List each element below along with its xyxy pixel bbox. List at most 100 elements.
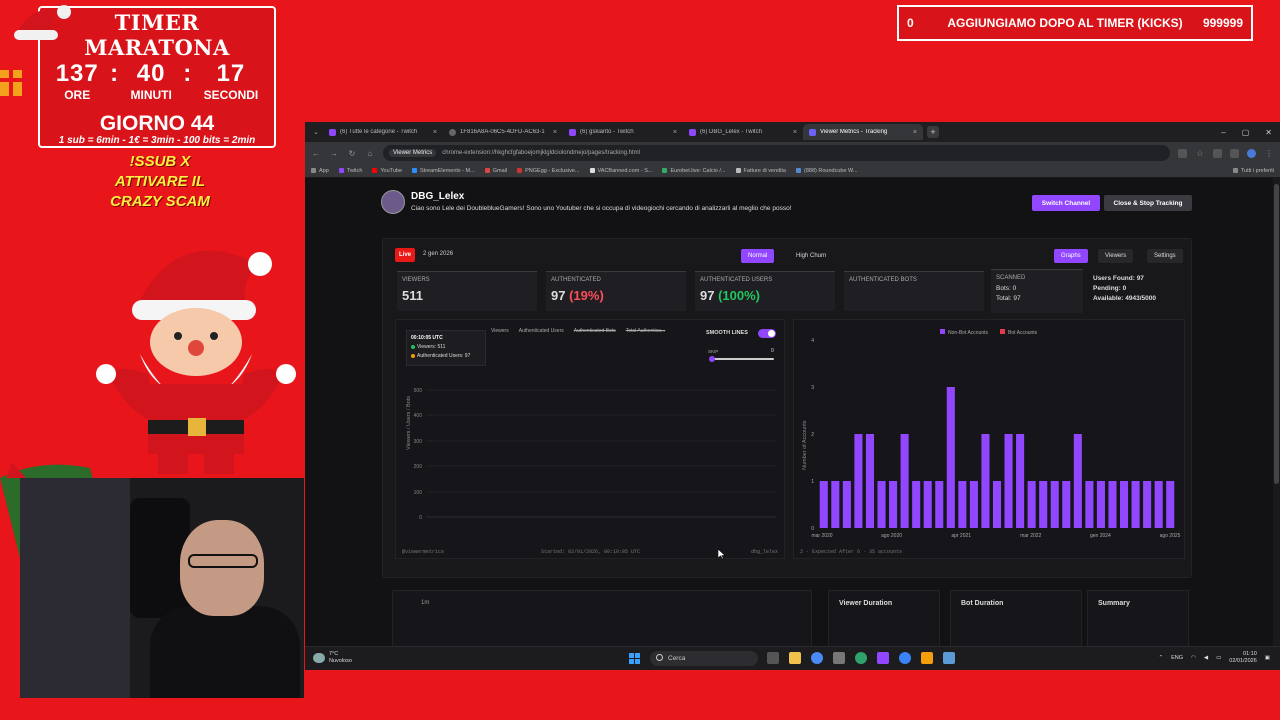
bookmark-item[interactable]: VACBanned.com - S... — [589, 168, 652, 174]
chevron-up-icon[interactable]: ⌃ — [1158, 655, 1163, 661]
wifi-icon[interactable]: ◠ — [1191, 655, 1196, 661]
vlc-icon[interactable] — [921, 652, 933, 664]
browser-window: ⌄ (6) Tutte le categorie - Twitch × 1F81… — [305, 122, 1280, 670]
skip-slider-handle[interactable] — [709, 356, 715, 362]
bookmark-item[interactable]: YouTube — [372, 168, 402, 174]
line-chart-plot: Viewers / Users / Bots 500 400 300 200 1… — [406, 388, 776, 521]
bookmark-item[interactable]: Eurobet.live: Calcio /... — [662, 168, 726, 174]
volume-icon[interactable]: ◀ — [1204, 655, 1208, 661]
ytick: 200 — [414, 464, 423, 470]
bookmark-item[interactable]: App — [311, 168, 329, 174]
tooltip-auth: Authenticated Users: 97 — [411, 352, 481, 361]
reload-icon[interactable]: ↻ — [347, 149, 357, 158]
minimize-icon[interactable]: – — [1221, 128, 1225, 137]
app-icon[interactable] — [833, 652, 845, 664]
tab-twitch-categories[interactable]: (6) Tutte le categorie - Twitch × — [323, 124, 443, 140]
back-icon[interactable]: ← — [311, 149, 321, 158]
edge-icon[interactable] — [855, 652, 867, 664]
close-stop-tracking-button[interactable]: Close & Stop Tracking — [1104, 195, 1192, 211]
streamelements-icon — [412, 168, 418, 173]
new-tab-button[interactable]: + — [927, 126, 939, 138]
extensions-icon[interactable] — [1213, 148, 1222, 158]
bar-chart-xtick: apr 2021 — [951, 533, 971, 539]
window-controls: – ▢ ✕ — [1221, 128, 1280, 137]
close-icon[interactable]: × — [673, 129, 677, 136]
bar — [981, 434, 990, 528]
task-view-icon[interactable] — [767, 652, 779, 664]
bar-chart-ytick: 2 — [811, 432, 814, 438]
line-chart-ylabel: Viewers / Users / Bots — [406, 396, 412, 450]
bookmark-item[interactable]: StreamElements - M... — [412, 168, 475, 174]
tab-gskianto[interactable]: (6) gskianto - Twitch × — [563, 124, 683, 140]
tab-dbg-lelex[interactable]: (6) DBG_Lelex - Twitch × — [683, 124, 803, 140]
legend-viewers[interactable]: Viewers — [491, 328, 509, 334]
bar — [992, 481, 1002, 528]
bar — [1062, 481, 1071, 528]
translate-icon[interactable] — [1178, 148, 1187, 158]
taskbar-search[interactable]: Cerca — [650, 651, 758, 666]
tab-graphs[interactable]: Graphs — [1054, 249, 1088, 263]
skip-slider-track[interactable] — [712, 358, 774, 360]
page-icon — [449, 128, 456, 136]
clock-time: 01:10 — [1243, 651, 1257, 657]
obs-icon[interactable] — [877, 652, 889, 664]
tab-search-icon[interactable]: ⌄ — [309, 128, 323, 136]
windows-start-icon[interactable] — [629, 653, 640, 664]
webcam-person-body — [150, 606, 300, 698]
bar — [1096, 481, 1105, 528]
legend-auth-bots[interactable]: Authenticated Bots — [574, 328, 616, 334]
close-icon[interactable]: × — [793, 129, 797, 136]
browser-toolbar: ← → ↻ ⌂ Viewer Metrics chrome-extension:… — [305, 142, 1280, 164]
sidebar-icon[interactable] — [1230, 148, 1239, 158]
bookmark-item[interactable]: PNGEgg - Exclusive... — [517, 168, 580, 174]
weather-widget[interactable]: 7°C Nuvoloso — [313, 651, 352, 665]
close-icon[interactable]: × — [913, 129, 917, 136]
app-icon[interactable] — [899, 652, 911, 664]
profile-avatar-icon[interactable] — [1247, 148, 1256, 158]
mode-normal-button[interactable]: Normal — [741, 249, 775, 263]
bar-chart-ylabel: Number of Accounts — [802, 420, 808, 470]
webcam-feed — [20, 478, 304, 698]
bookmark-item[interactable]: Gmail — [484, 168, 507, 174]
stat-label: VIEWERS — [402, 277, 430, 283]
file-explorer-icon[interactable] — [789, 652, 801, 664]
stat-value: 511 — [402, 288, 423, 303]
home-icon[interactable]: ⌂ — [365, 149, 375, 158]
forward-icon[interactable]: → — [329, 149, 339, 158]
app-icon[interactable] — [943, 652, 955, 664]
battery-icon[interactable]: ▭ — [1216, 655, 1221, 661]
language-indicator[interactable]: ENG — [1171, 655, 1183, 661]
santa-claus-icon — [96, 250, 296, 474]
bar — [819, 481, 828, 528]
notifications-icon[interactable]: ▣ — [1265, 655, 1270, 661]
youtube-icon — [372, 168, 378, 173]
all-bookmarks[interactable]: Tutti i preferiti — [1232, 168, 1274, 174]
close-icon[interactable]: × — [553, 129, 557, 136]
tab-viewer-metrics[interactable]: Viewer Metrics - Tracking × — [803, 124, 923, 140]
scrollbar-thumb[interactable] — [1274, 184, 1279, 484]
switch-channel-button[interactable]: Switch Channel — [1032, 195, 1100, 211]
maximize-icon[interactable]: ▢ — [1242, 128, 1250, 137]
legend-total-auth[interactable]: Total Authentica... — [626, 328, 665, 334]
promo-line-2: ATTIVARE IL — [114, 173, 206, 190]
mode-high-churn-button[interactable]: High Churn — [789, 249, 833, 263]
legend-auth-users[interactable]: Authenticated Users — [519, 328, 564, 334]
bookmark-item[interactable]: Twitch — [338, 168, 362, 174]
address-bar[interactable]: Viewer Metrics chrome-extension://hkghcf… — [383, 145, 1170, 161]
bookmark-star-icon[interactable]: ☆ — [1195, 149, 1205, 158]
smooth-lines-toggle[interactable] — [758, 329, 776, 338]
bar — [1166, 481, 1175, 528]
page-scrollbar[interactable] — [1273, 178, 1280, 648]
tab-guid[interactable]: 1F816A8A-06C5-4DFD-AC63-1 × — [443, 124, 563, 140]
menu-icon[interactable]: ⋮ — [1264, 149, 1274, 158]
chrome-icon[interactable] — [811, 652, 823, 664]
bookmark-item[interactable]: Fatture di vendita — [735, 168, 786, 174]
tab-viewers[interactable]: Viewers — [1098, 249, 1134, 263]
tab-settings[interactable]: Settings — [1147, 249, 1183, 263]
tab-title: 1F816A8A-06C5-4DFD-AC63-1 — [460, 129, 545, 135]
close-window-icon[interactable]: ✕ — [1265, 128, 1272, 137]
bookmark-item[interactable]: (888) Roundcube W... — [796, 168, 858, 174]
clock[interactable]: 01:10 02/01/2026 — [1229, 651, 1257, 665]
close-icon[interactable]: × — [433, 129, 437, 136]
kicks-left-value: 0 — [907, 16, 914, 30]
